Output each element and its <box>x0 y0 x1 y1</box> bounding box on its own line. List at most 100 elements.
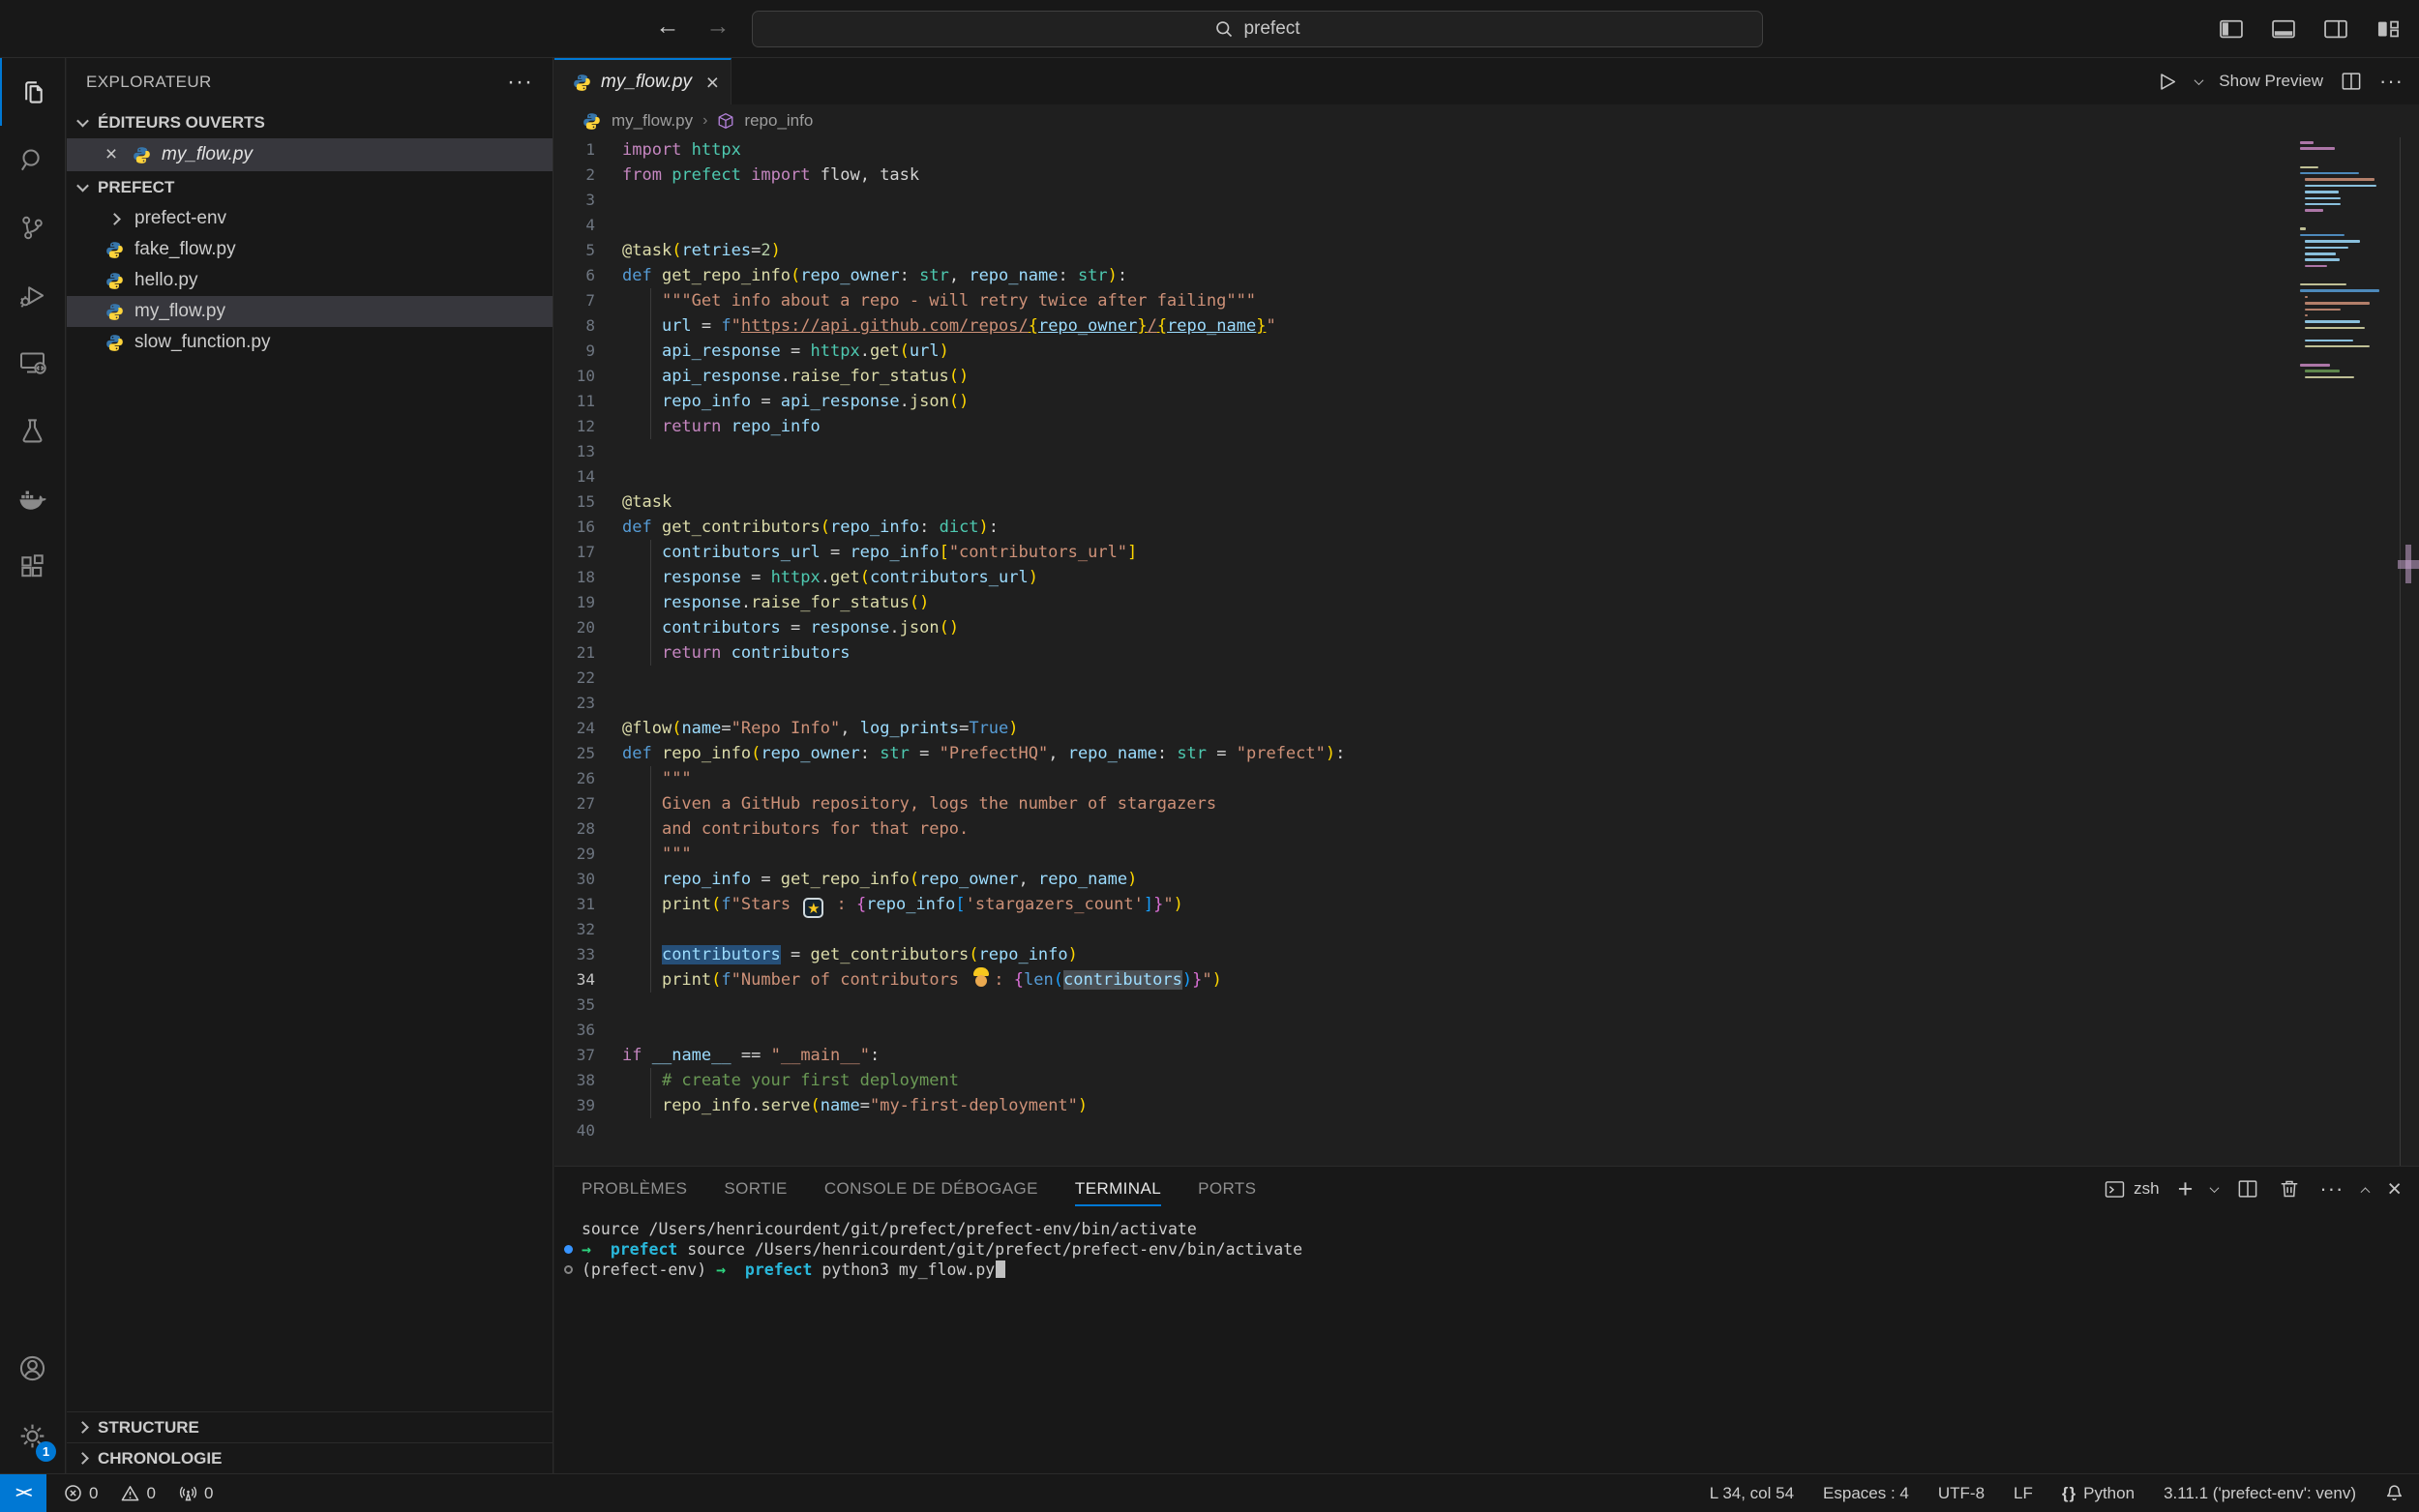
code-line: 38 # create your first deployment <box>554 1068 2419 1093</box>
breadcrumb[interactable]: my_flow.py › repo_info <box>554 104 2419 137</box>
status-3-11-1-prefect-env-v[interactable]: 3.11.1 ('prefect-env': venv) <box>2164 1484 2356 1503</box>
code-line: 20 contributors = response.json() <box>554 615 2419 640</box>
line-number: 16 <box>554 515 622 540</box>
status-warning[interactable]: 0 <box>121 1484 155 1503</box>
line-number: 7 <box>554 288 622 313</box>
code-line: 17 contributors_url = repo_info["contrib… <box>554 540 2419 565</box>
activity-settings-icon[interactable]: 1 <box>0 1402 65 1469</box>
code-line: 13 <box>554 439 2419 464</box>
editor-more-actions-icon[interactable]: ··· <box>2379 69 2404 94</box>
structure-section-header[interactable]: STRUCTURE <box>67 1411 552 1442</box>
file-row-slow_function.py[interactable]: slow_function.py <box>67 327 552 358</box>
file-label: prefect-env <box>134 208 226 229</box>
nav-back-icon[interactable]: ← <box>650 13 685 41</box>
status-braces[interactable]: {}Python <box>2062 1484 2135 1503</box>
terminal-dropdown-icon[interactable] <box>2210 1183 2220 1193</box>
status-utf-8[interactable]: UTF-8 <box>1938 1484 1985 1503</box>
status-bar: >< 0 0 0 L 34, col 54 Espaces : 4 UTF-8 LF {}P… <box>0 1473 2419 1512</box>
code-line: 22 <box>554 666 2419 691</box>
split-terminal-icon[interactable] <box>2236 1177 2259 1201</box>
close-editor-icon[interactable]: × <box>102 143 121 166</box>
open-editors-section-header[interactable]: ÉDITEURS OUVERTS <box>67 106 552 138</box>
code-line: 34 print(f"Number of contributors : {len… <box>554 967 2419 993</box>
activity-run-debug-icon[interactable] <box>0 261 65 329</box>
status-espaces-4[interactable]: Espaces : 4 <box>1823 1484 1909 1503</box>
code-line: 23 <box>554 691 2419 716</box>
command-decoration-hollow[interactable] <box>564 1265 573 1274</box>
code-line: 29 """ <box>554 842 2419 867</box>
toggle-panel-icon[interactable] <box>2270 15 2297 43</box>
activity-source-control-icon[interactable] <box>0 193 65 261</box>
tab-my_flow-py[interactable]: my_flow.py × <box>554 58 732 104</box>
close-panel-icon[interactable]: × <box>2387 1175 2402 1203</box>
line-number: 18 <box>554 565 622 590</box>
toggle-primary-sidebar-icon[interactable] <box>2218 15 2245 43</box>
bottom-panel: PROBLÈMES SORTIE CONSOLE DE DÉBOGAGE TERMIN… <box>554 1166 2419 1473</box>
folder-section-header[interactable]: PREFECT <box>67 171 552 203</box>
activity-account-icon[interactable] <box>0 1334 65 1402</box>
braces-icon: {} <box>2062 1484 2076 1503</box>
indent-guide <box>650 288 651 439</box>
file-row-fake_flow.py[interactable]: fake_flow.py <box>67 234 552 265</box>
activity-remote-explorer-icon[interactable] <box>0 329 65 397</box>
chevron-right-icon <box>104 215 125 223</box>
status-radio-tower[interactable]: 0 <box>179 1484 213 1503</box>
status-bell[interactable] <box>2385 1484 2404 1502</box>
activity-extensions-icon[interactable] <box>0 532 65 600</box>
code-line: 31 print(f"Stars ★ : {repo_info['stargaz… <box>554 892 2419 917</box>
activity-files-icon[interactable] <box>0 58 65 126</box>
file-row-hello.py[interactable]: hello.py <box>67 265 552 296</box>
settings-badge: 1 <box>36 1441 56 1462</box>
panel-tab-console-de-débogage[interactable]: CONSOLE DE DÉBOGAGE <box>824 1167 1038 1211</box>
panel-tab-terminal[interactable]: TERMINAL <box>1075 1167 1161 1211</box>
python-file-icon <box>571 74 592 92</box>
kill-terminal-icon[interactable] <box>2278 1177 2301 1201</box>
timeline-section-header[interactable]: CHRONOLOGIE <box>67 1442 552 1473</box>
terminal-shell-label[interactable]: zsh <box>2104 1178 2159 1201</box>
code-line: 1import httpx <box>554 137 2419 163</box>
activity-docker-icon[interactable] <box>0 464 65 532</box>
run-python-file-icon[interactable] <box>2155 70 2179 94</box>
panel-tab-sortie[interactable]: SORTIE <box>724 1167 787 1211</box>
code-line: 21 return contributors <box>554 640 2419 666</box>
minimap[interactable] <box>2300 141 2383 389</box>
code-editor[interactable]: 1import httpx2from prefect import flow, … <box>554 137 2419 1166</box>
panel-tab-problèmes[interactable]: PROBLÈMES <box>582 1167 687 1211</box>
explorer-sidebar: EXPLORATEUR ··· ÉDITEURS OUVERTS ×my_flo… <box>67 58 553 1473</box>
file-label: hello.py <box>134 270 198 291</box>
status-l-34-col-54[interactable]: L 34, col 54 <box>1710 1484 1794 1503</box>
line-number: 24 <box>554 716 622 741</box>
panel-more-actions-icon[interactable]: ··· <box>2319 1176 2344 1201</box>
file-label: fake_flow.py <box>134 239 236 260</box>
show-preview-button[interactable]: Show Preview <box>2219 72 2323 91</box>
run-dropdown-icon[interactable] <box>2195 75 2204 85</box>
status-lf[interactable]: LF <box>2014 1484 2033 1503</box>
panel-tab-ports[interactable]: PORTS <box>1198 1167 1256 1211</box>
status-error[interactable]: 0 <box>64 1484 98 1503</box>
python-file-icon <box>581 112 602 131</box>
split-editor-icon[interactable] <box>2340 70 2363 93</box>
remote-indicator[interactable]: >< <box>0 1474 46 1512</box>
toggle-secondary-sidebar-icon[interactable] <box>2322 15 2349 43</box>
explorer-more-actions-icon[interactable]: ··· <box>507 69 533 96</box>
file-row-my_flow.py[interactable]: my_flow.py <box>67 296 552 327</box>
open-editor-row[interactable]: ×my_flow.py <box>67 138 552 171</box>
new-terminal-icon[interactable]: + <box>2178 1176 2194 1202</box>
customize-layout-icon[interactable] <box>2374 15 2402 43</box>
editor-group: my_flow.py × Show Preview ··· my_flow.py… <box>554 58 2419 1166</box>
line-number: 13 <box>554 439 622 464</box>
nav-forward-icon[interactable]: → <box>701 13 735 41</box>
maximize-panel-icon[interactable] <box>2361 1187 2371 1197</box>
activity-testing-icon[interactable] <box>0 397 65 464</box>
code-line: 36 <box>554 1018 2419 1043</box>
tab-close-icon[interactable]: × <box>706 70 719 96</box>
terminal-content[interactable]: source /Users/henricourdent/git/prefect/… <box>554 1211 2419 1280</box>
command-decoration-filled[interactable] <box>564 1245 573 1254</box>
code-line: 15@task <box>554 489 2419 515</box>
symbol-icon <box>717 112 734 130</box>
file-row-prefect-env[interactable]: prefect-env <box>67 203 552 234</box>
activity-search-icon[interactable] <box>0 126 65 193</box>
code-line: 32 <box>554 917 2419 942</box>
command-center-search[interactable]: prefect <box>752 11 1763 47</box>
line-number: 17 <box>554 540 622 565</box>
